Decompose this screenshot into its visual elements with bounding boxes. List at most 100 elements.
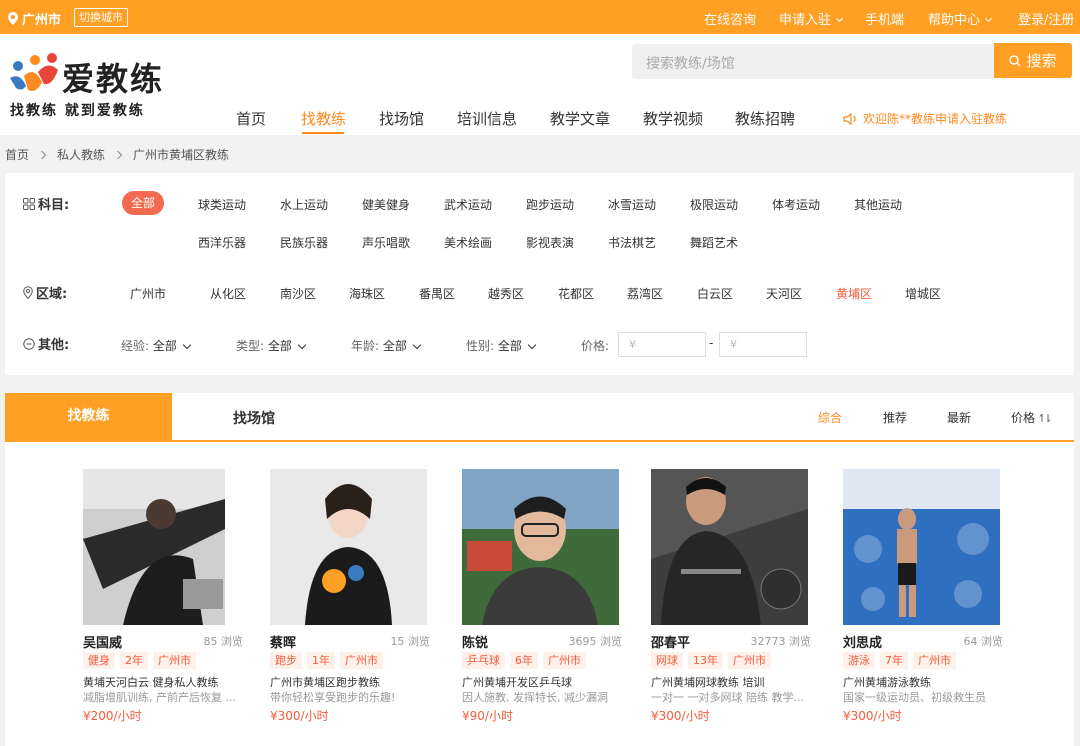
breadcrumb: 首页 私人教练 广州市黄埔区教练: [5, 146, 229, 163]
coach-views: 85 浏览: [203, 635, 244, 648]
dropdown-label: 性别:: [466, 339, 495, 353]
tag-sport: 乒乓球: [462, 652, 505, 669]
coach-card[interactable]: 刘思成 64 浏览 游泳 7年 广州市 广州黄埔游泳教练 国家一级运动员、初级救…: [843, 469, 1003, 723]
subject-option[interactable]: 极限运动: [690, 196, 738, 213]
site-logo[interactable]: 爱教练 找教练 就到爱教练: [8, 52, 168, 122]
coach-photo[interactable]: [83, 469, 225, 625]
area-option[interactable]: 花都区: [558, 285, 594, 302]
coach-photo[interactable]: [270, 469, 427, 625]
nav-training-info[interactable]: 培训信息: [457, 108, 517, 129]
tab-find-coach[interactable]: 找教练: [5, 393, 172, 440]
nav-videos[interactable]: 教学视频: [643, 108, 703, 129]
coach-photo[interactable]: [843, 469, 1000, 625]
area-option[interactable]: 增城区: [905, 285, 941, 302]
coach-card[interactable]: 陈锐 3695 浏览 乒乓球 6年 广州市 广州黄埔开发区乒乓球 因人施教, 发…: [462, 469, 622, 723]
area-option[interactable]: 天河区: [766, 285, 802, 302]
price-max-input[interactable]: ¥: [719, 332, 807, 357]
sort-composite[interactable]: 综合: [818, 409, 842, 426]
city-label: 广州市: [22, 13, 62, 28]
search-button[interactable]: 搜索: [994, 43, 1072, 78]
mobile-link[interactable]: 手机端: [865, 9, 904, 28]
coach-name[interactable]: 蔡晖: [270, 632, 296, 651]
coach-card[interactable]: 蔡晖 15 浏览 跑步 1年 广州市 广州市黄埔区跑步教练 带你轻松享受跑步的乐…: [270, 469, 430, 723]
area-option-selected[interactable]: 黄埔区: [836, 285, 872, 302]
sort-newest[interactable]: 最新: [947, 409, 971, 426]
subject-option[interactable]: 西洋乐器: [198, 234, 246, 251]
subject-option[interactable]: 民族乐器: [280, 234, 328, 251]
tab-find-venue[interactable]: 找场馆: [233, 408, 275, 428]
subject-option[interactable]: 水上运动: [280, 196, 328, 213]
coach-photo[interactable]: [462, 469, 619, 625]
nav-active-underline: [302, 132, 344, 134]
subject-all-pill[interactable]: 全部: [122, 191, 164, 215]
nav-recruitment[interactable]: 教练招聘: [735, 108, 795, 129]
experience-dropdown[interactable]: 经验: 全部: [121, 337, 192, 354]
subject-option[interactable]: 体考运动: [772, 196, 820, 213]
subject-option[interactable]: 球类运动: [198, 196, 246, 213]
area-option[interactable]: 荔湾区: [627, 285, 663, 302]
sort-price[interactable]: 价格: [1011, 409, 1051, 426]
price-label: 价格:: [581, 339, 610, 353]
tag-sport: 游泳: [843, 652, 875, 669]
tag-city: 广州市: [728, 652, 771, 669]
switch-city-button[interactable]: 切换城市: [74, 8, 128, 27]
price-min-input[interactable]: ¥: [618, 332, 706, 357]
area-option[interactable]: 海珠区: [349, 285, 385, 302]
subject-option[interactable]: 舞蹈艺术: [690, 234, 738, 251]
tab-divider: [5, 440, 1074, 442]
subject-option[interactable]: 武术运动: [444, 196, 492, 213]
nav-articles[interactable]: 教学文章: [550, 108, 610, 129]
area-option[interactable]: 南沙区: [280, 285, 316, 302]
sort-recommended[interactable]: 推荐: [883, 409, 907, 426]
gender-dropdown[interactable]: 性别: 全部: [466, 337, 537, 354]
current-city[interactable]: 广州市: [8, 9, 61, 28]
subject-option[interactable]: 影视表演: [526, 234, 574, 251]
welcome-ticker[interactable]: 欢迎陈**教练申请入驻教练: [843, 110, 1007, 127]
login-register-link[interactable]: 登录/注册: [1018, 9, 1074, 28]
coach-tags: 健身 2年 广州市: [83, 652, 201, 669]
other-label: 其他:: [38, 338, 70, 353]
subject-option[interactable]: 书法棋艺: [608, 234, 656, 251]
coach-title: 黄埔天河白云 健身私人教练: [83, 676, 219, 689]
logo-text: 爱教练: [62, 60, 165, 98]
grid-icon: [23, 197, 35, 210]
subject-option[interactable]: 美术绘画: [444, 234, 492, 251]
top-bar: 广州市 切换城市 在线咨询 申请入驻 手机端 帮助中心 登录/注册: [0, 0, 1080, 34]
breadcrumb-private-coach[interactable]: 私人教练: [57, 146, 105, 163]
area-option[interactable]: 白云区: [697, 285, 733, 302]
logo-slogan: 找教练 就到爱教练: [10, 103, 145, 119]
subject-option[interactable]: 声乐唱歌: [362, 234, 410, 251]
area-option[interactable]: 番禺区: [419, 285, 455, 302]
tag-years: 6年: [510, 652, 538, 669]
area-option[interactable]: 从化区: [210, 285, 246, 302]
subject-option[interactable]: 冰雪运动: [608, 196, 656, 213]
coach-card[interactable]: 吴国威 85 浏览 健身 2年 广州市 黄埔天河白云 健身私人教练 减脂增肌训练…: [83, 469, 243, 723]
chevron-down-icon: [984, 14, 993, 23]
age-dropdown[interactable]: 年龄: 全部: [351, 337, 422, 354]
coach-name[interactable]: 吴国威: [83, 632, 122, 651]
subject-option[interactable]: 跑步运动: [526, 196, 574, 213]
subject-option[interactable]: 健美健身: [362, 196, 410, 213]
help-center-menu[interactable]: 帮助中心: [928, 9, 993, 28]
area-option[interactable]: 广州市: [130, 285, 166, 302]
filter-panel: 科目: 全部 球类运动 水上运动 健美健身 武术运动 跑步运动 冰雪运动 极限运…: [5, 173, 1074, 375]
nav-find-coach[interactable]: 找教练: [301, 108, 346, 129]
subject-filter-label: 科目:: [23, 194, 69, 213]
coach-name[interactable]: 刘思成: [843, 632, 882, 651]
apply-join-menu[interactable]: 申请入驻: [779, 9, 844, 28]
coach-views: 15 浏览: [390, 635, 431, 648]
coach-name[interactable]: 陈锐: [462, 632, 488, 651]
chevron-right-icon: [113, 150, 123, 159]
type-dropdown[interactable]: 类型: 全部: [236, 337, 307, 354]
online-consult-link[interactable]: 在线咨询: [704, 9, 756, 28]
coach-photo[interactable]: [651, 469, 808, 625]
coach-card[interactable]: 邵春平 32773 浏览 网球 13年 广州市 广州黄埔网球教练 培训 一对一 …: [651, 469, 811, 723]
area-option[interactable]: 越秀区: [488, 285, 524, 302]
coach-name[interactable]: 邵春平: [651, 632, 690, 651]
breadcrumb-home[interactable]: 首页: [5, 146, 29, 163]
tag-city: 广州市: [543, 652, 586, 669]
nav-home[interactable]: 首页: [236, 108, 266, 129]
nav-find-venue[interactable]: 找场馆: [379, 108, 424, 129]
subject-option[interactable]: 其他运动: [854, 196, 902, 213]
search-input[interactable]: 搜索教练/场馆: [632, 44, 994, 79]
